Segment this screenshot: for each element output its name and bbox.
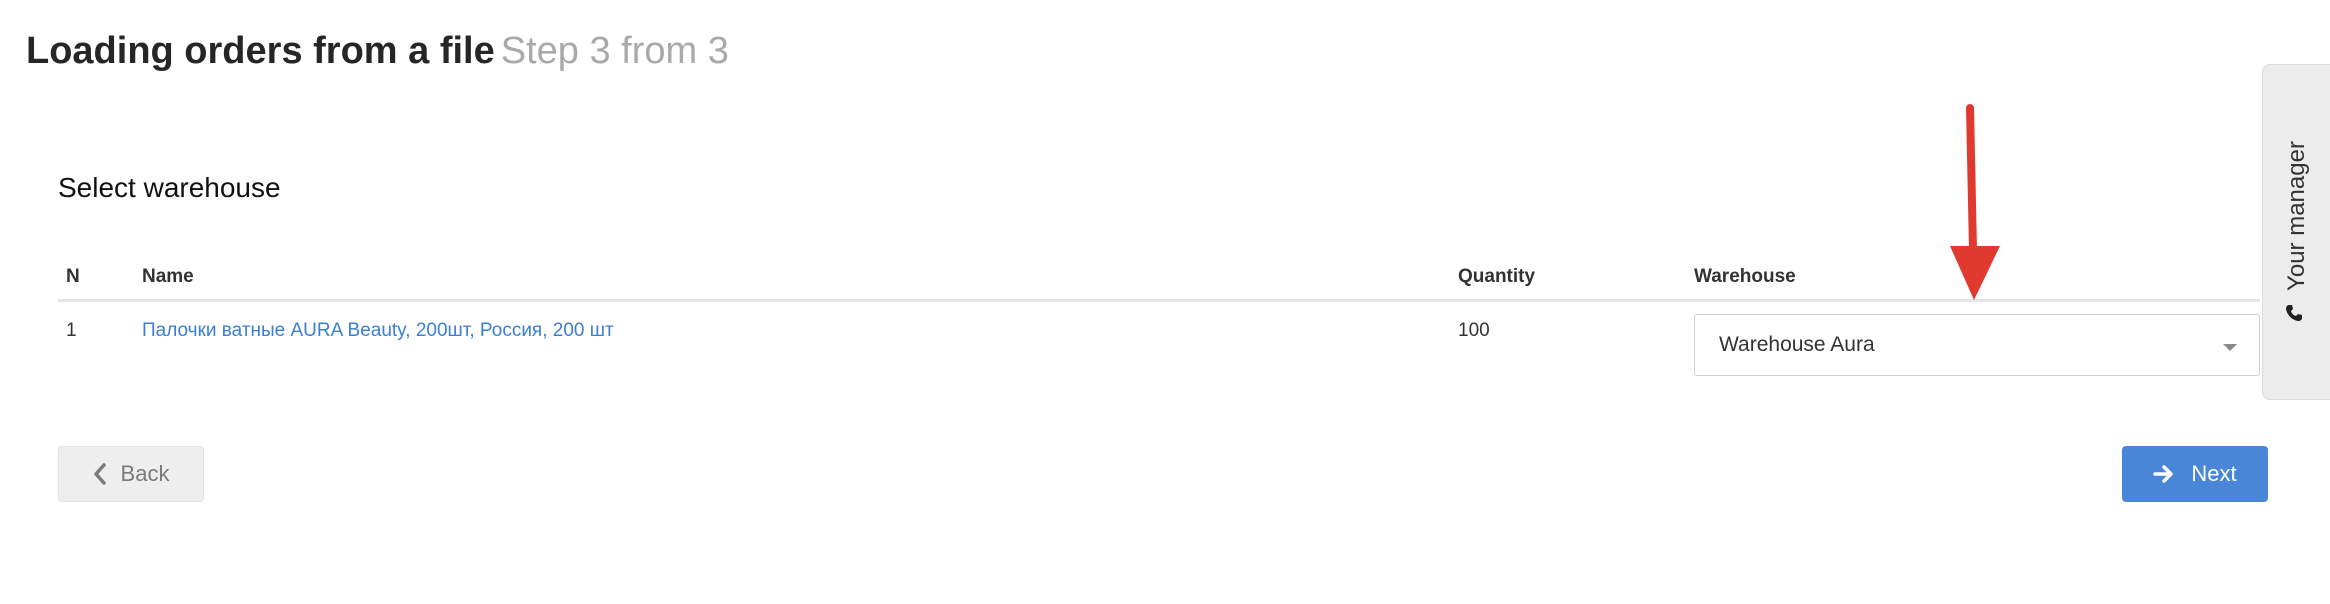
table-row: 1 Палочки ватные AURA Beauty, 200шт, Рос… [58,302,2260,400]
chevron-left-icon [93,463,107,485]
quantity-value: 100 [1458,320,1490,341]
next-button[interactable]: Next [2122,446,2268,502]
warehouse-select[interactable]: Warehouse Aura [1694,314,2260,376]
column-header-name: Name [142,266,194,287]
column-header-warehouse: Warehouse [1694,266,1796,287]
back-button[interactable]: Back [58,446,204,502]
phone-icon [2283,303,2311,323]
step-indicator: Step 3 from 3 [500,30,729,72]
warehouse-select-value: Warehouse Aura [1719,333,1875,356]
column-header-n: N [66,266,80,287]
your-manager-label: Your manager [2282,141,2310,291]
page-header: Loading orders from a file Step 3 from 3 [26,26,729,76]
column-header-quantity: Quantity [1458,266,1536,287]
page-title: Loading orders from a file [26,30,495,72]
caret-down-icon [2223,344,2237,351]
arrow-right-icon [2153,464,2175,484]
orders-table: N Name Quantity Warehouse 1 Палочки ватн… [58,258,2260,400]
your-manager-tab[interactable]: Your manager [2262,64,2330,400]
back-button-label: Back [120,461,170,486]
section-title: Select warehouse [58,172,281,203]
product-name-link[interactable]: Палочки ватные AURA Beauty, 200шт, Росси… [142,318,614,344]
row-number: 1 [66,320,77,341]
next-button-label: Next [2191,461,2237,486]
table-header: N Name Quantity Warehouse [58,258,2260,302]
